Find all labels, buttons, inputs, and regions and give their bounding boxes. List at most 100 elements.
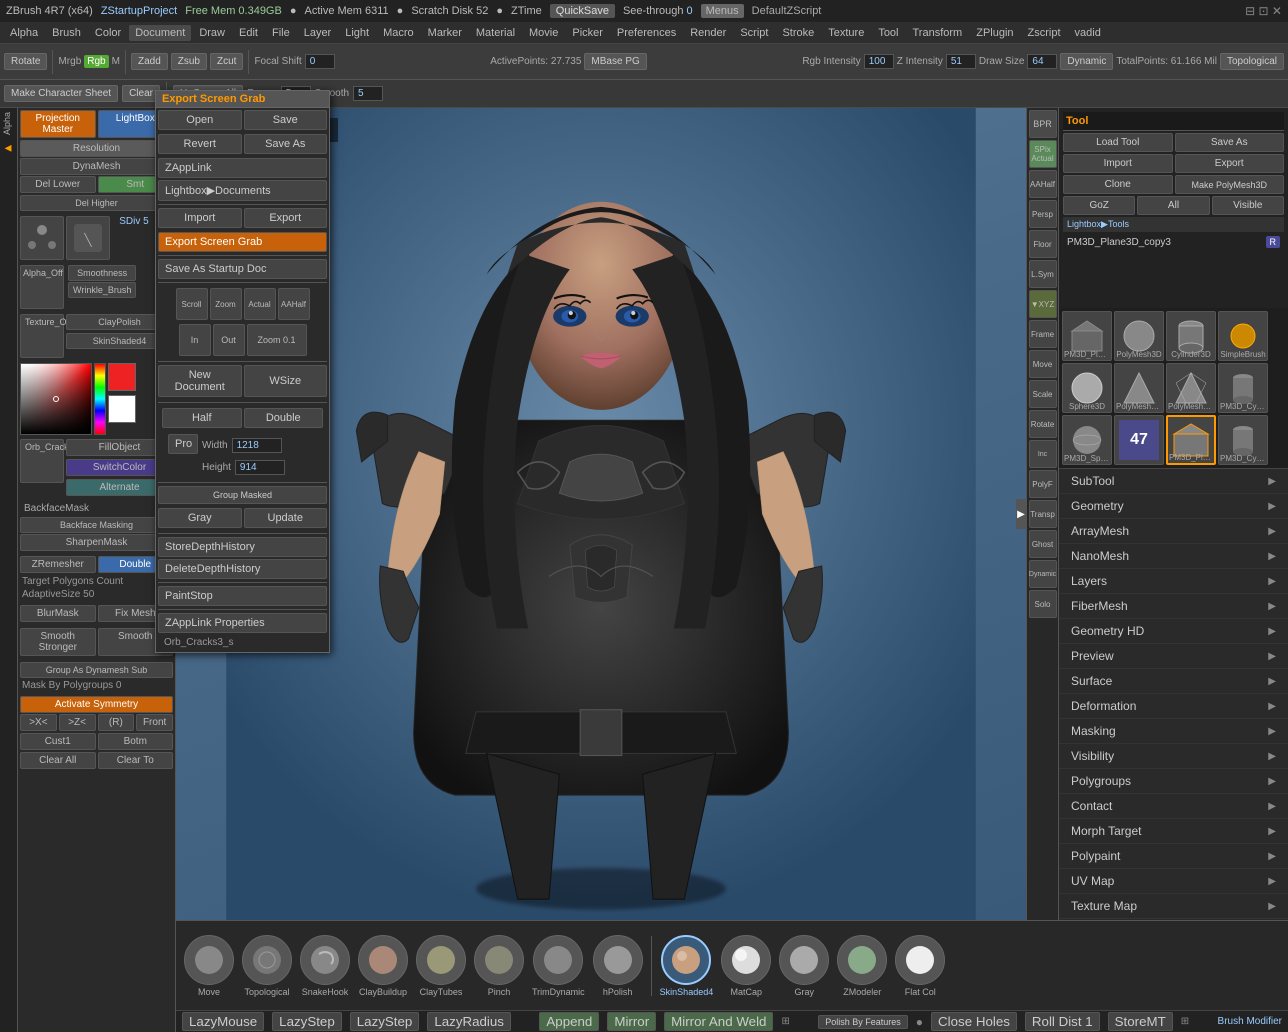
mirror-weld-button[interactable]: Mirror And Weld (664, 1012, 773, 1031)
om-out-button[interactable]: Out (213, 324, 245, 356)
projection-master-button[interactable]: Projection Master (20, 110, 96, 138)
zremesher-button[interactable]: ZRemesher (20, 556, 96, 573)
append-button[interactable]: Append (539, 1012, 599, 1031)
polyf-button[interactable]: PolyF (1029, 470, 1057, 498)
rotate-button[interactable]: Rotate (4, 53, 47, 70)
menu-script[interactable]: Script (734, 25, 774, 41)
brush-pinch[interactable]: Pinch (474, 935, 524, 997)
lsym-button[interactable]: L.Sym (1029, 260, 1057, 288)
menu-alpha[interactable]: Alpha (4, 25, 44, 41)
menu-preview[interactable]: Preview ▶ (1059, 644, 1288, 669)
brush-move[interactable]: Move (184, 935, 234, 997)
om-height-input[interactable] (235, 460, 285, 475)
om-delete-depth-button[interactable]: DeleteDepthHistory (158, 559, 327, 579)
om-paintstop-button[interactable]: PaintStop (158, 586, 327, 606)
om-double-button[interactable]: Double (244, 408, 324, 428)
lazystep2-button[interactable]: LazyStep (350, 1012, 420, 1031)
menu-light[interactable]: Light (339, 25, 375, 41)
cust1-button[interactable]: Cust1 (20, 733, 96, 750)
thumb-plane3d[interactable]: PM3D_Plane3D (1062, 311, 1112, 361)
activate-symmetry-button[interactable]: Activate Symmetry (20, 696, 173, 713)
lazymouse-button[interactable]: LazyMouse (182, 1012, 264, 1031)
thumb-sphere3d[interactable]: Sphere3D (1062, 363, 1112, 413)
roll-dist-button[interactable]: Roll Dist 1 (1025, 1012, 1100, 1031)
menu-deformation[interactable]: Deformation ▶ (1059, 694, 1288, 719)
botm-button[interactable]: Botm (98, 733, 174, 750)
mirror-button[interactable]: Mirror (607, 1012, 656, 1031)
brush-claybuildup[interactable]: ClayBuildup (358, 935, 408, 997)
om-save-button[interactable]: Save (244, 110, 328, 130)
menu-brush[interactable]: Brush (46, 25, 87, 41)
material-flat[interactable]: Flat Col (895, 935, 945, 997)
om-saveas-button[interactable]: Save As (244, 134, 328, 154)
menu-geometry[interactable]: Geometry ▶ (1059, 494, 1288, 519)
background-color[interactable] (108, 395, 136, 423)
om-newdoc-button[interactable]: New Document (158, 365, 242, 397)
backface-masking-button[interactable]: Backface Masking (20, 517, 173, 533)
all-button[interactable]: All (1137, 196, 1209, 215)
brush-claytubes[interactable]: ClayTubes (416, 935, 466, 997)
menu-fibermesh[interactable]: FiberMesh ▶ (1059, 594, 1288, 619)
del-lower-button[interactable]: Del Lower (20, 176, 96, 193)
menu-surface[interactable]: Surface ▶ (1059, 669, 1288, 694)
inc-button[interactable]: Inc (1029, 440, 1057, 468)
menu-subtool[interactable]: SubTool ▶ (1059, 469, 1288, 494)
material-skinshaded[interactable]: SkinShaded4 (660, 935, 714, 997)
om-half-button[interactable]: Half (162, 408, 242, 428)
save-as-tool-button[interactable]: Save As (1175, 133, 1285, 152)
rotate-vtb-button[interactable]: Rotate (1029, 410, 1057, 438)
export-tool-button[interactable]: Export (1175, 154, 1285, 173)
menu-zscript[interactable]: Zscript (1022, 25, 1067, 41)
topological-button[interactable]: Topological (1220, 53, 1284, 70)
storemt-button[interactable]: StoreMT (1108, 1012, 1173, 1031)
om-actual-button[interactable]: Actual (244, 288, 276, 320)
make-polymesh-button[interactable]: Make PolyMesh3D (1175, 175, 1285, 194)
lazyradius-button[interactable]: LazyRadius (427, 1012, 511, 1031)
quicksave-button[interactable]: QuickSave (550, 4, 615, 18)
close-holes-button[interactable]: Close Holes (931, 1012, 1017, 1031)
brush-dots[interactable] (20, 216, 64, 260)
sym-z-button[interactable]: >Z< (59, 714, 96, 731)
zsub-button[interactable]: Zsub (171, 53, 207, 70)
menu-nanomesh[interactable]: NanoMesh ▶ (1059, 544, 1288, 569)
menu-geometry-hd[interactable]: Geometry HD ▶ (1059, 619, 1288, 644)
del-higher-button[interactable]: Del Higher (20, 195, 173, 211)
thumb-cyl2[interactable]: PM3D_Cylinder3 (1218, 415, 1268, 465)
om-zapplink-props-button[interactable]: ZAppLink Properties (158, 613, 327, 633)
menu-stroke[interactable]: Stroke (776, 25, 820, 41)
clear-to-button[interactable]: Clear To (98, 752, 174, 769)
alpha-off-button[interactable]: Alpha_Off (20, 265, 64, 309)
brush-trimdynamic[interactable]: TrimDynamic (532, 935, 585, 997)
import-tool-button[interactable]: Import (1063, 154, 1173, 173)
menu-preferences[interactable]: Preferences (611, 25, 682, 41)
transp-button[interactable]: Transp (1029, 500, 1057, 528)
om-group-masked-button[interactable]: Group Masked (158, 486, 327, 504)
om-open-button[interactable]: Open (158, 110, 242, 130)
menu-file[interactable]: File (266, 25, 296, 41)
clone-button[interactable]: Clone (1063, 175, 1173, 194)
thumb-sph3d[interactable]: PM3D_Sphere3D (1062, 415, 1112, 465)
sharpen-mask-button[interactable]: SharpenMask (20, 534, 173, 551)
menu-movie[interactable]: Movie (523, 25, 564, 41)
menu-layer[interactable]: Layer (298, 25, 338, 41)
zadd-button[interactable]: Zadd (131, 53, 168, 70)
thumb-cyl1[interactable]: PM3D_Cylinder3 (1218, 363, 1268, 413)
om-export-button[interactable]: Export (244, 208, 328, 228)
menu-material[interactable]: Material (470, 25, 521, 41)
om-pro-button[interactable]: Pro (168, 434, 198, 454)
menu-uv-map[interactable]: UV Map ▶ (1059, 869, 1288, 894)
canvas-side-arrow[interactable]: ▶ (1016, 499, 1026, 529)
load-tool-button[interactable]: Load Tool (1063, 133, 1173, 152)
mbase-pg-button[interactable]: MBase PG (584, 53, 646, 70)
menu-macro[interactable]: Macro (377, 25, 420, 41)
om-update-button[interactable]: Update (244, 508, 328, 528)
frame-button[interactable]: Frame (1029, 320, 1057, 348)
blur-mask-button[interactable]: BlurMask (20, 605, 96, 622)
wrinkle-btn[interactable]: Wrinkle_Brush (68, 282, 136, 298)
om-gray-button[interactable]: Gray (158, 508, 242, 528)
foreground-color[interactable] (108, 363, 136, 391)
brush-slash3[interactable]: ╲ (66, 216, 110, 260)
om-lightbox-docs-button[interactable]: Lightbox▶Documents (158, 180, 327, 201)
texture-off-button[interactable]: Texture_Off (20, 314, 64, 358)
menu-vadid[interactable]: vadid (1069, 25, 1107, 41)
